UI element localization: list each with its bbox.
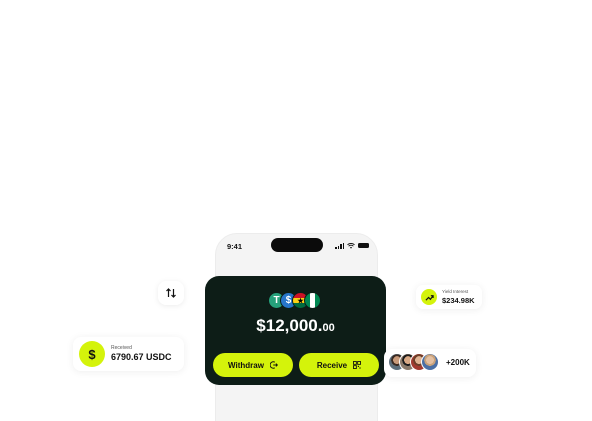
received-value: 6790.67 USDC [111, 352, 172, 362]
yield-card: Yield Interest $234.98K [416, 285, 482, 309]
qr-code-icon [353, 361, 362, 369]
wallet-card: T $ ★ $12,000.00 Withdraw Receive [205, 276, 386, 385]
balance-main: $12,000. [256, 316, 323, 335]
users-count: +200K [446, 358, 470, 367]
received-card: $ Received 6790.67 USDC [73, 337, 184, 371]
nigeria-flag-icon [304, 292, 321, 309]
swap-button[interactable] [158, 281, 184, 305]
wifi-icon [347, 242, 355, 249]
withdraw-label: Withdraw [228, 360, 264, 370]
currency-stack: T $ ★ [268, 292, 324, 309]
logout-icon [269, 361, 278, 369]
yield-value: $234.98K [442, 296, 475, 305]
status-time: 9:41 [227, 242, 243, 251]
received-label: Received [111, 345, 132, 351]
swap-arrows-icon [166, 288, 176, 298]
dynamic-island [271, 238, 323, 252]
withdraw-button[interactable]: Withdraw [213, 353, 293, 377]
signal-icon [335, 242, 344, 249]
status-icons [335, 242, 369, 249]
balance-cents: 00 [322, 322, 335, 334]
balance-amount: $12,000.00 [205, 316, 386, 336]
receive-button[interactable]: Receive [299, 353, 379, 377]
battery-icon [358, 243, 369, 248]
dollar-icon: $ [79, 341, 105, 367]
receive-label: Receive [316, 360, 348, 370]
yield-label: Yield Interest [442, 289, 469, 294]
users-card: +200K [384, 349, 476, 377]
trend-up-icon [421, 289, 437, 305]
avatar [421, 353, 439, 371]
